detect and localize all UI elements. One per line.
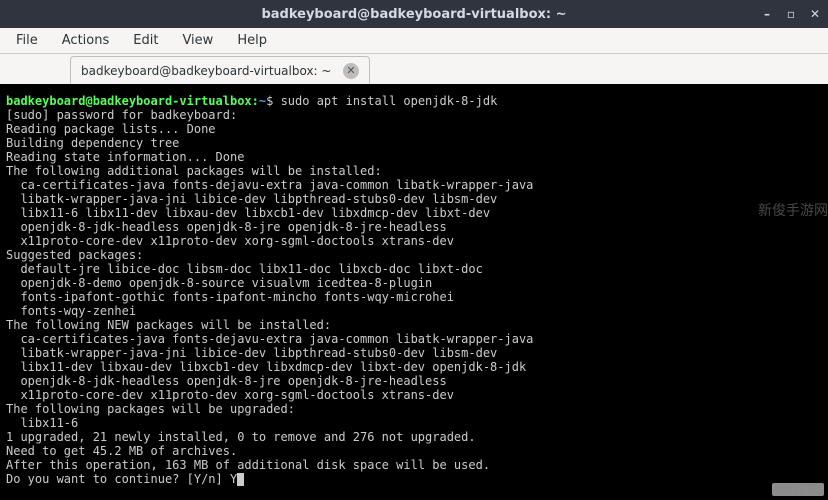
terminal-line: The following additional packages will b… — [6, 164, 822, 178]
window-controls: – ▫ ✕ — [760, 0, 822, 28]
terminal-line: openjdk-8-demo openjdk-8-source visualvm… — [6, 276, 822, 290]
terminal-line: fonts-ipafont-gothic fonts-ipafont-minch… — [6, 290, 822, 304]
tabstrip: badkeyboard@badkeyboard-virtualbox: ~ ✕ — [0, 54, 828, 84]
terminal-tab[interactable]: badkeyboard@badkeyboard-virtualbox: ~ ✕ — [70, 56, 370, 84]
terminal-line: Suggested packages: — [6, 248, 822, 262]
terminal-line: openjdk-8-jdk-headless openjdk-8-jre ope… — [6, 220, 822, 234]
terminal-line: x11proto-core-dev x11proto-dev xorg-sgml… — [6, 388, 822, 402]
terminal-line: libx11-6 libx11-dev libxau-dev libxcb1-d… — [6, 206, 822, 220]
terminal-line: Do you want to continue? [Y/n] Y — [6, 472, 822, 486]
terminal-line: libatk-wrapper-java-jni libice-dev libpt… — [6, 346, 822, 360]
terminal-line: ca-certificates-java fonts-dejavu-extra … — [6, 332, 822, 346]
prompt-userhost: badkeyboard@badkeyboard-virtualbox — [6, 94, 252, 108]
window-title: badkeyboard@badkeyboard-virtualbox: ~ — [261, 7, 566, 22]
tab-title: badkeyboard@badkeyboard-virtualbox: ~ — [81, 64, 331, 78]
terminal-line: fonts-wqy-zenhei — [6, 304, 822, 318]
prompt-line: badkeyboard@badkeyboard-virtualbox:~$ su… — [6, 94, 822, 108]
tab-close-icon[interactable]: ✕ — [343, 63, 359, 79]
menu-file[interactable]: File — [4, 30, 50, 51]
menu-help[interactable]: Help — [225, 30, 279, 51]
prompt-sep: : — [252, 94, 259, 108]
terminal-line: The following packages will be upgraded: — [6, 402, 822, 416]
terminal-line: libx11-dev libxau-dev libxcb1-dev libxdm… — [6, 360, 822, 374]
close-icon[interactable]: ✕ — [808, 7, 822, 21]
maximize-icon[interactable]: ▫ — [784, 7, 798, 21]
terminal-line: The following NEW packages will be insta… — [6, 318, 822, 332]
terminal-line: libx11-6 — [6, 416, 822, 430]
terminal-line: [sudo] password for badkeyboard: — [6, 108, 822, 122]
minimize-icon[interactable]: – — [760, 7, 774, 21]
window-titlebar: badkeyboard@badkeyboard-virtualbox: ~ – … — [0, 0, 828, 28]
terminal-viewport[interactable]: badkeyboard@badkeyboard-virtualbox:~$ su… — [0, 84, 828, 500]
terminal-line: libatk-wrapper-java-jni libice-dev libpt… — [6, 192, 822, 206]
menu-view[interactable]: View — [170, 30, 225, 51]
watermark: @51CTO — [772, 483, 824, 496]
command-text: sudo apt install openjdk-8-jdk — [273, 94, 497, 108]
terminal-line: Building dependency tree — [6, 136, 822, 150]
menubar: File Actions Edit View Help — [0, 28, 828, 54]
terminal-line: ca-certificates-java fonts-dejavu-extra … — [6, 178, 822, 192]
terminal-line: Reading state information... Done — [6, 150, 822, 164]
menu-actions[interactable]: Actions — [50, 30, 122, 51]
terminal-line: Reading package lists... Done — [6, 122, 822, 136]
side-watermark-text: 新俊手游网 — [758, 200, 828, 220]
menu-edit[interactable]: Edit — [121, 30, 170, 51]
terminal-line: Need to get 45.2 MB of archives. — [6, 444, 822, 458]
terminal-line: After this operation, 163 MB of addition… — [6, 458, 822, 472]
terminal-line: 1 upgraded, 21 newly installed, 0 to rem… — [6, 430, 822, 444]
terminal-line: default-jre libice-doc libsm-doc libx11-… — [6, 262, 822, 276]
cursor-icon — [237, 473, 244, 486]
terminal-line: x11proto-core-dev x11proto-dev xorg-sgml… — [6, 234, 822, 248]
terminal-line: openjdk-8-jdk-headless openjdk-8-jre ope… — [6, 374, 822, 388]
